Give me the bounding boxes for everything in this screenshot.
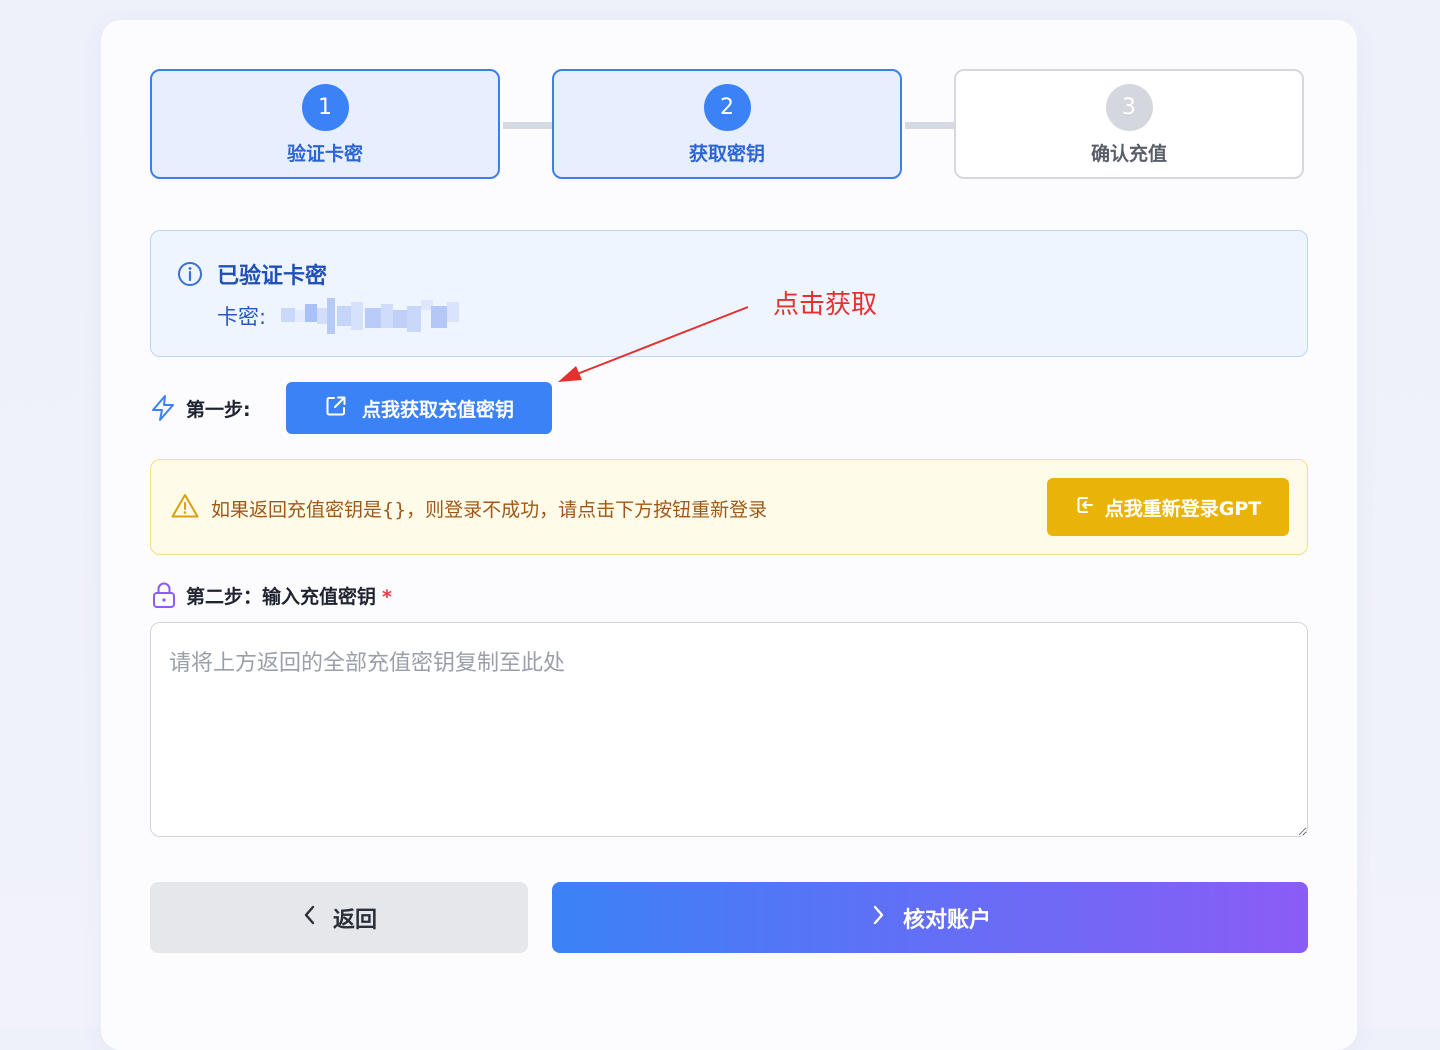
card-key-label: 卡密:: [217, 305, 267, 329]
step-1-number: 1: [301, 84, 349, 131]
step-1-label: 验证卡密: [286, 143, 363, 165]
warning-box: 如果返回充值密钥是{}，则登录不成功，请点击下方按钮重新登录 点我重新登录GPT: [150, 459, 1308, 555]
lock-icon: [151, 581, 177, 613]
info-title: 已验证卡密: [217, 264, 328, 289]
required-mark: *: [382, 586, 392, 608]
back-button[interactable]: 返回: [150, 882, 528, 953]
warning-icon: [171, 493, 199, 523]
annotation-label: 点击获取: [773, 290, 878, 320]
step-2-label: 获取密钥: [688, 143, 765, 165]
step-connector: [905, 122, 955, 129]
step-one-label: 第一步:: [186, 399, 251, 421]
login-icon: [1075, 495, 1095, 520]
step-2: 2 获取密钥: [552, 69, 902, 179]
lightning-icon: [150, 394, 176, 426]
step-3-number: 3: [1105, 84, 1153, 131]
blurred-card-key: [281, 296, 461, 338]
warning-text: 如果返回充值密钥是{}，则登录不成功，请点击下方按钮重新登录: [211, 499, 768, 521]
info-icon: [177, 261, 203, 291]
chevron-left-icon: [301, 904, 319, 932]
verify-account-button[interactable]: 核对账户: [552, 882, 1308, 953]
step-connector: [503, 122, 553, 129]
step-3-label: 确认充值: [1090, 143, 1167, 165]
chevron-right-icon: [869, 904, 887, 932]
step-2-number: 2: [703, 84, 751, 131]
back-label: 返回: [332, 907, 377, 933]
relogin-gpt-label: 点我重新登录GPT: [1104, 497, 1262, 520]
relogin-gpt-button[interactable]: 点我重新登录GPT: [1047, 478, 1289, 536]
step-3: 3 确认充值: [954, 69, 1304, 179]
annotation-arrow: [558, 306, 749, 382]
verify-account-label: 核对账户: [902, 907, 991, 933]
step-two-label: 第二步：输入充值密钥 *: [186, 582, 392, 609]
step-two-label-text: 第二步：输入充值密钥: [186, 586, 377, 608]
get-recharge-key-label: 点我获取充值密钥: [361, 398, 514, 421]
get-recharge-key-button[interactable]: 点我获取充值密钥: [286, 382, 552, 434]
step-1: 1 验证卡密: [150, 69, 500, 179]
external-link-icon: [324, 394, 348, 423]
recharge-key-input[interactable]: [150, 622, 1308, 837]
